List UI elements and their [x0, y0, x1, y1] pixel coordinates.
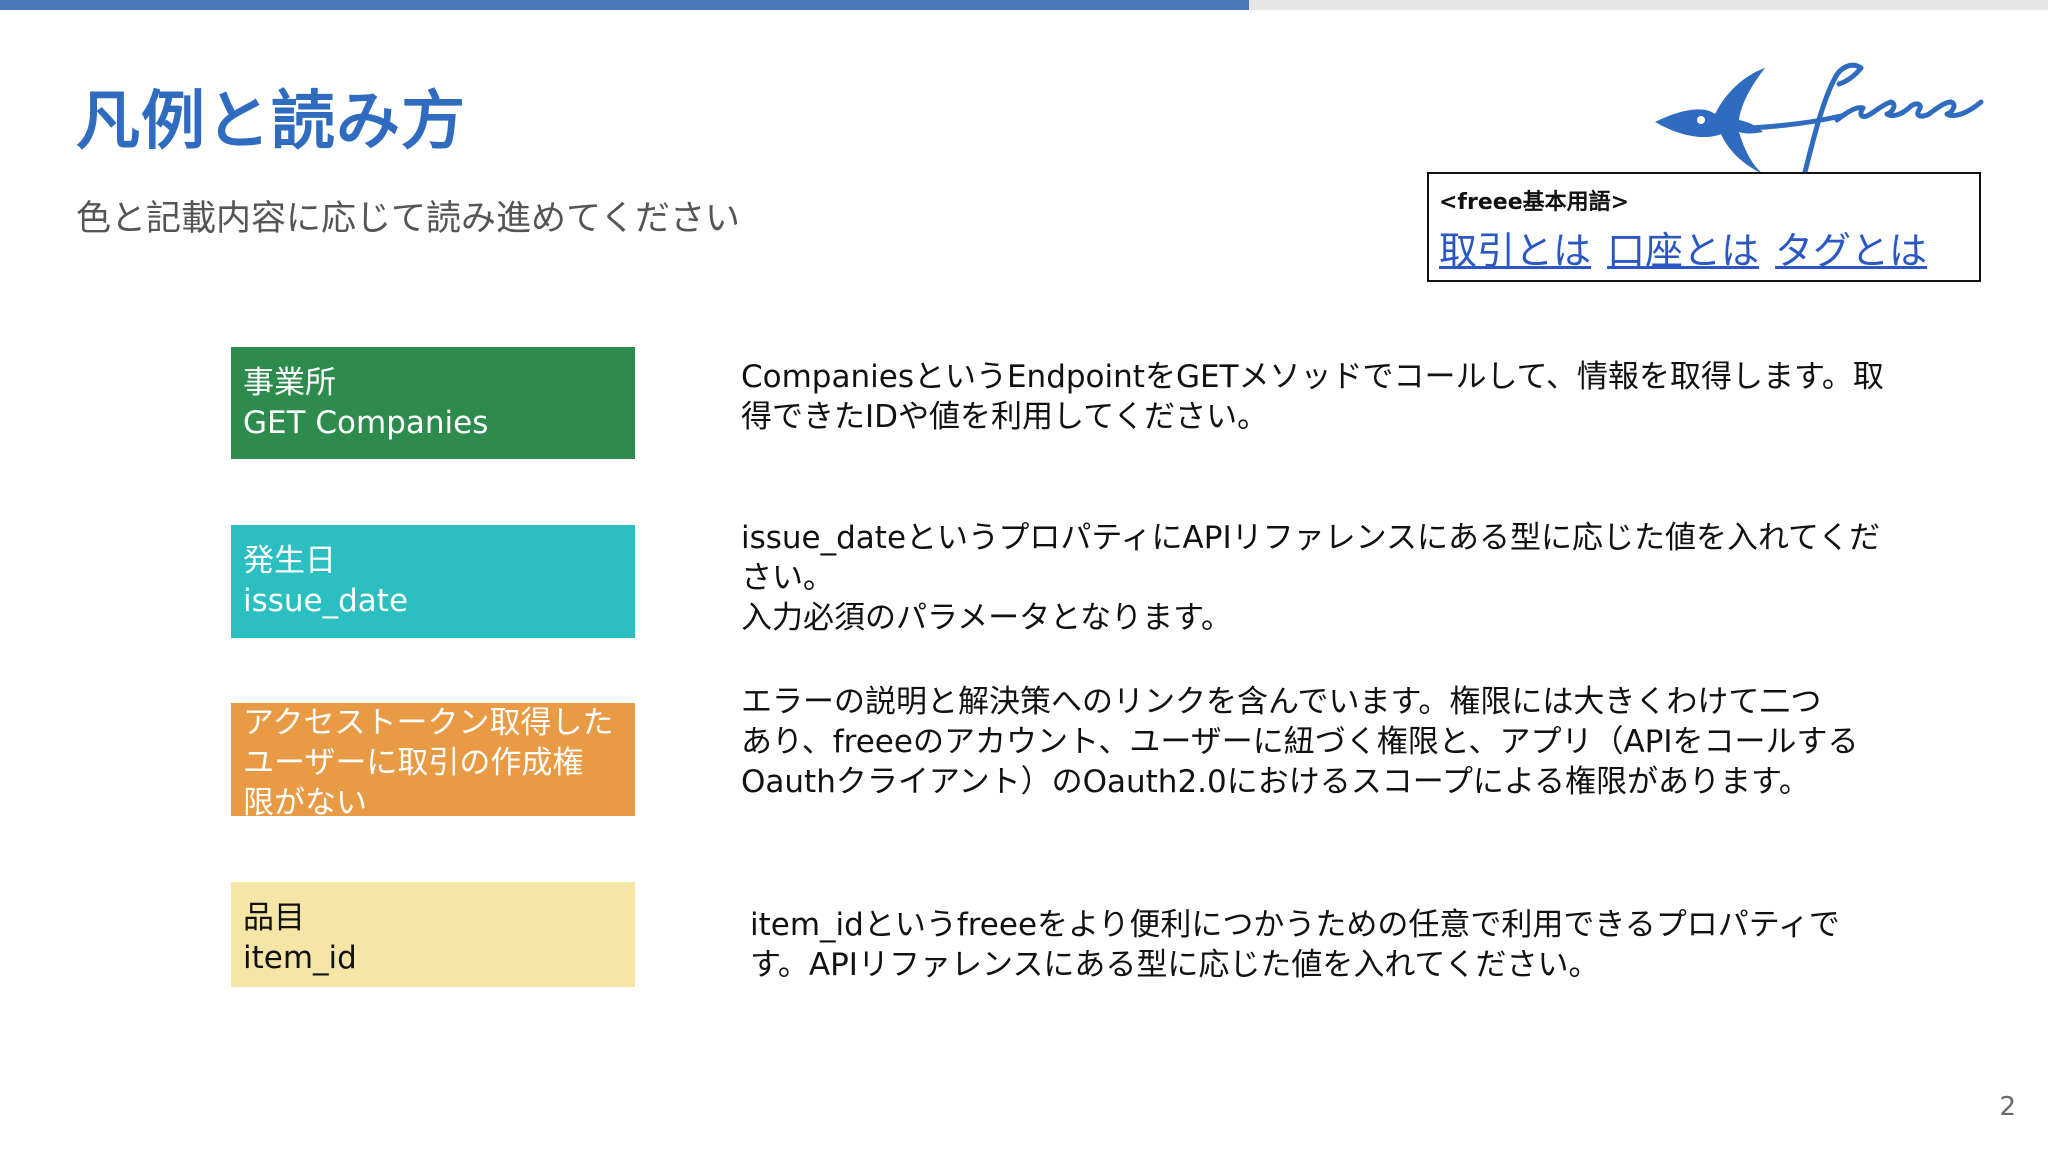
description-line: item_idというfreeeをより便利につかうための任意で利用できるプロパティ…	[750, 907, 1840, 943]
description-line: す。APIリファレンスにある型に応じた値を入れてください。	[750, 947, 1600, 983]
description-line: Oauthクライアント）のOauth2.0におけるスコープによる権限があります。	[741, 764, 1810, 800]
freee-wordmark	[1748, 62, 1984, 175]
description-line: 得できたIDや値を利用してください。	[741, 399, 1269, 435]
legend-box-optional-property: 品目 item_id	[231, 882, 635, 987]
legend-label: 事業所	[243, 365, 336, 401]
slide-progress-track	[0, 0, 2048, 10]
slide-progress-bar	[0, 0, 1250, 10]
page-title: 凡例と読み方	[76, 85, 466, 159]
description-line: CompaniesというEndpointをGETメソッドでコールして、情報を取得…	[741, 359, 1884, 395]
legend-box-required-property: 発生日 issue_date	[231, 525, 635, 638]
freee-logo	[1655, 62, 1984, 175]
glossary-box: <freee基本用語> 取引とは 口座とは タグとは	[1427, 172, 1981, 282]
legend-label: ユーザーに取引の作成権	[243, 745, 584, 781]
description-line: あり、freeeのアカウント、ユーザーに紐づく権限と、アプリ（APIをコールする	[741, 724, 1859, 760]
legend-description-required-property: issue_dateというプロパティにAPIリファレンスにある型に応じた値を入れ…	[741, 518, 1880, 638]
glossary-link-transactions[interactable]: 取引とは	[1439, 220, 1591, 275]
legend-box-endpoint: 事業所 GET Companies	[231, 347, 635, 459]
glossary-links: 取引とは 口座とは タグとは	[1439, 220, 1927, 275]
glossary-heading: <freee基本用語>	[1439, 190, 1630, 215]
legend-box-error: アクセストークン取得した ユーザーに取引の作成権 限がない	[231, 703, 635, 816]
page-subtitle: 色と記載内容に応じて読み進めてください	[76, 199, 740, 239]
legend-label: item_id	[243, 940, 357, 976]
glossary-link-tags[interactable]: タグとは	[1775, 220, 1927, 275]
legend-label: 限がない	[243, 785, 367, 816]
legend-label: アクセストークン取得した	[243, 705, 614, 741]
legend-description-error: エラーの説明と解決策へのリンクを含んでいます。権限には大きくわけて二つ あり、f…	[741, 682, 1859, 802]
description-line: 入力必須のパラメータとなります。	[741, 600, 1233, 636]
description-line: issue_dateというプロパティにAPIリファレンスにある型に応じた値を入れ…	[741, 520, 1881, 556]
legend-description-optional-property: item_idというfreeeをより便利につかうための任意で利用できるプロパティ…	[750, 905, 1840, 985]
legend-label: 品目	[243, 900, 305, 936]
page-number: 2	[1999, 1092, 2016, 1122]
legend-label: GET Companies	[243, 405, 489, 441]
legend-label: 発生日	[243, 543, 336, 579]
description-line: エラーの説明と解決策へのリンクを含んでいます。権限には大きくわけて二つ	[741, 684, 1822, 720]
legend-description-endpoint: CompaniesというEndpointをGETメソッドでコールして、情報を取得…	[741, 357, 1884, 437]
description-line: さい。	[741, 560, 834, 596]
glossary-link-accounts[interactable]: 口座とは	[1607, 220, 1759, 275]
legend-label: issue_date	[243, 583, 409, 619]
swallow-logo-icon	[1655, 68, 1765, 174]
